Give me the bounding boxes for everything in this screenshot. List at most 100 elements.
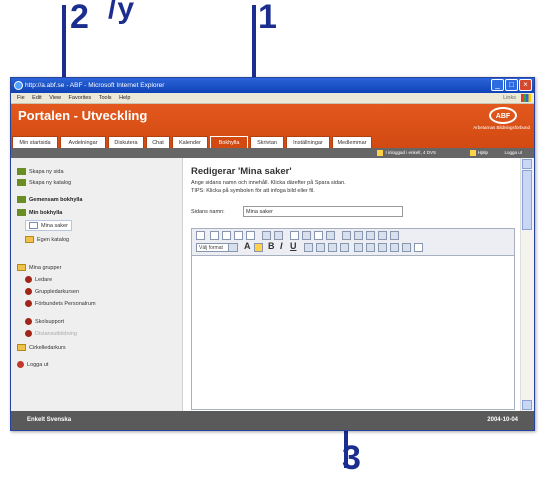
underline-icon[interactable]: U: [290, 241, 297, 251]
bullet-list-icon[interactable]: [366, 243, 375, 252]
page-icon: [29, 222, 38, 229]
shelf-icon: [17, 209, 26, 216]
text-color-icon[interactable]: A: [244, 241, 251, 251]
ordered-list-icon[interactable]: [354, 243, 363, 252]
sidebar-item-skolsupport[interactable]: Skolsupport: [25, 318, 64, 325]
fullscreen-icon[interactable]: [414, 243, 423, 252]
tab-avdelningar[interactable]: Avdelningar: [60, 136, 106, 148]
logo-subtitle: Arbetarnas Bildningsförbund: [473, 125, 530, 130]
tab-bokhylla[interactable]: Bokhylla: [210, 136, 248, 148]
source-icon[interactable]: [390, 231, 399, 240]
sidebar-item-personalrum[interactable]: Förbundets Personalrum: [25, 300, 96, 307]
group-icon: [25, 276, 32, 283]
new-page-icon: [17, 168, 26, 175]
italic-icon[interactable]: I: [280, 241, 283, 251]
menu-edit[interactable]: Edit: [32, 95, 41, 101]
sidebar-item-mina-grupper[interactable]: Mina grupper: [17, 264, 61, 271]
maximize-button[interactable]: □: [505, 79, 518, 91]
sidebar-item-logga-ut[interactable]: Logga ut: [17, 361, 48, 368]
callout-label-1: 1: [258, 0, 277, 36]
minimize-button[interactable]: _: [491, 79, 504, 91]
justify-icon[interactable]: [340, 243, 349, 252]
window-title: http://a.abf.se - ABF - Microsoft Intern…: [25, 82, 165, 89]
align-right-icon[interactable]: [328, 243, 337, 252]
special-char-icon[interactable]: [326, 231, 335, 240]
menu-favorites[interactable]: Favorites: [69, 95, 92, 101]
tab-diskutera[interactable]: Diskutera: [108, 136, 144, 148]
redo-icon[interactable]: [274, 231, 283, 240]
tab-chat[interactable]: Chat: [146, 136, 170, 148]
sidebar-item-gruppledarkursen[interactable]: Gruppledarkursen: [25, 288, 79, 295]
group-icon: [25, 300, 32, 307]
tab-installningar[interactable]: Inställningar: [286, 136, 330, 148]
table-icon[interactable]: [314, 231, 323, 240]
vertical-scrollbar[interactable]: [520, 158, 534, 411]
align-center-icon[interactable]: [316, 243, 325, 252]
outdent-icon[interactable]: [378, 243, 387, 252]
bold-icon[interactable]: B: [268, 241, 275, 251]
sidebar-item-min-bokhylla[interactable]: Min bokhylla: [17, 209, 62, 216]
indent-icon[interactable]: [390, 243, 399, 252]
align-left-icon[interactable]: [304, 243, 313, 252]
tab-medlemmar[interactable]: Medlemmar: [332, 136, 372, 148]
find-icon[interactable]: [378, 231, 387, 240]
sidebar-item-mina-saker[interactable]: Mina saker: [25, 220, 72, 231]
sidebar-item-gemensam-bokhylla[interactable]: Gemensam bokhylla: [17, 196, 83, 203]
chevron-down-icon[interactable]: [228, 244, 237, 251]
window-titlebar[interactable]: http://a.abf.se - ABF - Microsoft Intern…: [11, 78, 534, 93]
new-doc-icon[interactable]: [196, 231, 205, 240]
paste-text-icon[interactable]: [246, 231, 255, 240]
sidebar-item-ledare[interactable]: Ledare: [25, 276, 52, 283]
tab-kalender[interactable]: Kalender: [172, 136, 208, 148]
folder-icon: [25, 236, 34, 243]
sidebar-item-distansutbildning[interactable]: Distansutbildning: [25, 330, 77, 337]
format-select[interactable]: Välj format: [196, 243, 238, 252]
menu-help[interactable]: Help: [119, 95, 130, 101]
folder-icon: [17, 344, 26, 351]
highlight-icon[interactable]: [254, 243, 263, 252]
instruction-text: Ange sidans namn och innehåll. Klicka dä…: [191, 180, 346, 186]
close-button[interactable]: ×: [519, 79, 532, 91]
cut-icon[interactable]: [210, 231, 219, 240]
logout-link[interactable]: Logga ut: [504, 148, 522, 158]
menu-tools[interactable]: Tools: [99, 95, 112, 101]
abf-logo[interactable]: ABF: [489, 107, 517, 124]
horizontal-rule-icon[interactable]: [302, 231, 311, 240]
tab-min-startsida[interactable]: Min startsida: [12, 136, 58, 148]
sidebar-item-cirkelledarkurs[interactable]: Cirkelledarkurs: [17, 344, 66, 351]
sidebar-item-skapa-ny-katalog[interactable]: Skapa ny katalog: [17, 179, 71, 186]
group-icon: [25, 288, 32, 295]
anchor-icon[interactable]: [366, 231, 375, 240]
callout-label-2: 2: [70, 0, 89, 36]
tip-text: TIPS: Klicka på symbolen för att infoga …: [191, 188, 315, 194]
rich-text-editor[interactable]: Välj format A B I U: [191, 228, 515, 410]
scroll-thumb[interactable]: [522, 170, 532, 230]
group-icon: [25, 318, 32, 325]
sidebar-item-egen-katalog[interactable]: Egen katalog: [25, 236, 69, 243]
link-icon[interactable]: [342, 231, 351, 240]
links-toolbar[interactable]: Links: [503, 93, 516, 103]
image-icon[interactable]: [290, 231, 299, 240]
paste-icon[interactable]: [234, 231, 243, 240]
browser-window: http://a.abf.se - ABF - Microsoft Intern…: [10, 77, 535, 431]
new-folder-icon: [17, 179, 26, 186]
footer-date: 2004-10-04: [487, 417, 518, 423]
logout-icon: [17, 361, 24, 368]
unlink-icon[interactable]: [354, 231, 363, 240]
editor-toolbar: Välj format A B I U: [192, 229, 514, 256]
undo-icon[interactable]: [262, 231, 271, 240]
symbol-icon[interactable]: [402, 243, 411, 252]
menu-view[interactable]: View: [49, 95, 61, 101]
tab-skrivtan[interactable]: Skrivtan: [250, 136, 284, 148]
help-link[interactable]: Hjälp: [469, 148, 488, 158]
copy-icon[interactable]: [222, 231, 231, 240]
scroll-up-icon[interactable]: [522, 159, 532, 169]
portal-footer: Enkelt Svenska 2004-10-04: [11, 411, 534, 430]
menu-file[interactable]: Fie: [17, 95, 25, 101]
scroll-down-icon[interactable]: [522, 400, 532, 410]
portal-header: Portalen - Utveckling ABF Arbetarnas Bil…: [11, 104, 534, 148]
windows-flag-icon: [521, 94, 531, 102]
page-name-field[interactable]: Mina saker: [243, 206, 403, 217]
sidebar-item-skapa-ny-sida[interactable]: Skapa ny sida: [17, 168, 64, 175]
cut-off-heading-text: /y: [108, 0, 136, 25]
